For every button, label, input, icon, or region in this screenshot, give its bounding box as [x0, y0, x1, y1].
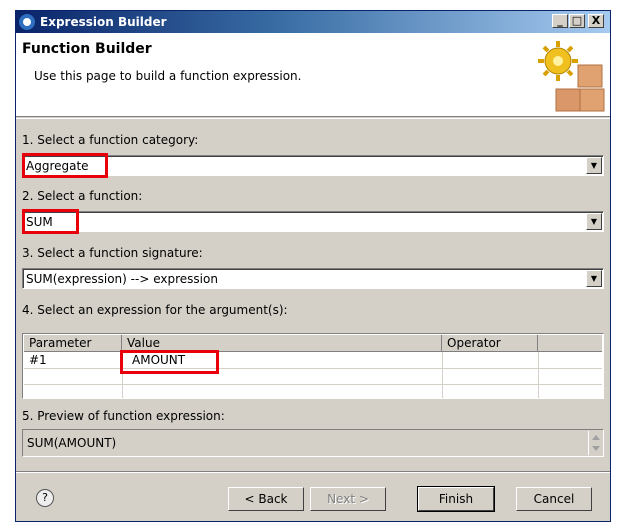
category-select[interactable]: Aggregate ▼	[22, 155, 604, 176]
chevron-down-icon[interactable]: ▼	[586, 270, 602, 287]
minimize-button[interactable]: _	[552, 14, 568, 28]
title-bar[interactable]: Expression Builder _ □ X	[16, 11, 610, 33]
row-divider	[24, 368, 602, 369]
window-title: Expression Builder	[40, 15, 167, 29]
preview-field: SUM(AMOUNT)	[22, 429, 604, 457]
cancel-button[interactable]: Cancel	[516, 487, 592, 511]
header-separator	[16, 118, 610, 119]
preview-label: 5. Preview of function expression:	[22, 409, 225, 423]
scroll-arrows-icon	[592, 435, 600, 451]
signature-select[interactable]: SUM(expression) --> expression ▼	[22, 268, 604, 289]
chevron-down-icon[interactable]: ▼	[586, 157, 602, 174]
page-description: Use this page to build a function expres…	[34, 69, 302, 83]
chevron-down-icon[interactable]: ▼	[586, 213, 602, 230]
scrollbar[interactable]	[588, 431, 602, 455]
finish-button[interactable]: Finish	[417, 486, 495, 512]
gear-blocks-icon	[538, 41, 605, 112]
column-header-empty	[538, 335, 602, 352]
maximize-button[interactable]: □	[569, 14, 585, 28]
argument-label: 4. Select an expression for the argument…	[22, 303, 288, 317]
parameter-cell[interactable]: #1	[29, 353, 47, 367]
row-divider	[24, 384, 602, 385]
wizard-header: Function Builder Use this page to build …	[16, 33, 610, 117]
category-label: 1. Select a function category:	[22, 133, 199, 147]
help-icon[interactable]: ?	[36, 489, 54, 507]
footer-separator	[16, 471, 610, 473]
argument-table[interactable]: Parameter Value Operator #1 AMOUNT	[22, 333, 604, 399]
highlight-box	[22, 209, 79, 234]
signature-label: 3. Select a function signature:	[22, 246, 203, 260]
eclipse-app-icon	[19, 14, 35, 30]
signature-value: SUM(expression) --> expression	[26, 272, 218, 286]
expression-builder-window: Expression Builder _ □ X Function Builde…	[15, 10, 611, 522]
next-button[interactable]: Next >	[310, 487, 386, 511]
column-divider	[442, 352, 443, 398]
highlight-box	[22, 153, 108, 178]
highlight-box	[120, 350, 219, 374]
column-divider	[538, 352, 539, 398]
column-header-parameter[interactable]: Parameter	[24, 335, 122, 352]
function-select[interactable]: SUM ▼	[22, 211, 604, 232]
back-button[interactable]: < Back	[228, 487, 304, 511]
page-title: Function Builder	[22, 41, 152, 57]
function-label: 2. Select a function:	[22, 189, 143, 203]
close-button[interactable]: X	[588, 14, 604, 28]
preview-value: SUM(AMOUNT)	[27, 436, 117, 450]
column-header-operator[interactable]: Operator	[442, 335, 538, 352]
